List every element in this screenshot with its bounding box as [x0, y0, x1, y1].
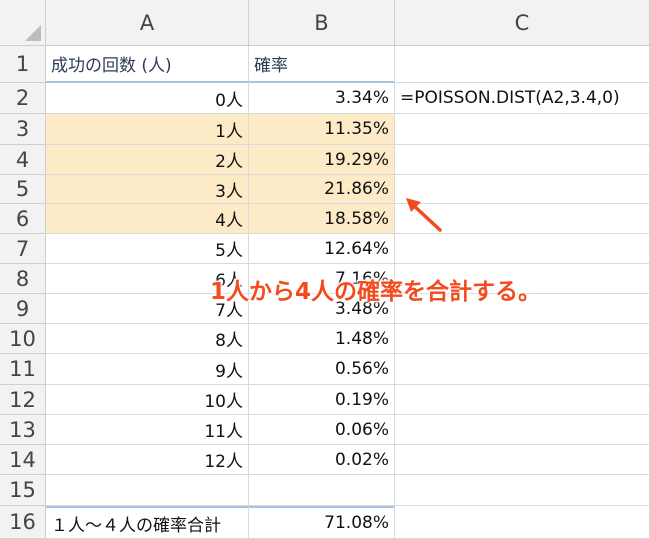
cell-b11[interactable]: 0.56%	[249, 354, 395, 385]
column-header-b[interactable]: B	[249, 0, 395, 46]
cell-a7[interactable]: 5人	[46, 234, 249, 264]
select-all-triangle-icon	[25, 25, 41, 41]
row-header-5[interactable]: 5	[0, 175, 46, 204]
cell-c14[interactable]	[395, 445, 650, 475]
cell-b7[interactable]: 12.64%	[249, 234, 395, 264]
cell-b16[interactable]: 71.08%	[249, 506, 395, 539]
row-header-15[interactable]: 15	[0, 475, 46, 506]
cell-b14[interactable]: 0.02%	[249, 445, 395, 475]
cell-b4[interactable]: 19.29%	[249, 145, 395, 175]
cell-c15[interactable]	[395, 475, 650, 506]
row-header-13[interactable]: 13	[0, 415, 46, 445]
row-header-12[interactable]: 12	[0, 385, 46, 415]
row-header-1[interactable]: 1	[0, 46, 46, 83]
cell-b1[interactable]: 確率	[249, 46, 395, 83]
annotation-text: 1人から4人の確率を合計する。	[210, 279, 542, 305]
cell-a14[interactable]: 12人	[46, 445, 249, 475]
row-header-10[interactable]: 10	[0, 324, 46, 354]
cell-a15[interactable]	[46, 475, 249, 506]
cell-c13[interactable]	[395, 415, 650, 445]
cell-a5[interactable]: 3人	[46, 175, 249, 204]
cell-c10[interactable]	[395, 324, 650, 354]
row-header-2[interactable]: 2	[0, 83, 46, 114]
cell-a1[interactable]: 成功の回数 (人)	[46, 46, 249, 83]
cell-a4[interactable]: 2人	[46, 145, 249, 175]
cell-c12[interactable]	[395, 385, 650, 415]
cell-a16[interactable]: １人〜４人の確率合計	[46, 506, 249, 539]
cell-b2[interactable]: 3.34%	[249, 83, 395, 114]
row-header-8[interactable]: 8	[0, 264, 46, 294]
cell-b6[interactable]: 18.58%	[249, 204, 395, 234]
cell-c4[interactable]	[395, 145, 650, 175]
cell-c16[interactable]	[395, 506, 650, 539]
row-header-16[interactable]: 16	[0, 506, 46, 539]
row-header-4[interactable]: 4	[0, 145, 46, 175]
cell-b13[interactable]: 0.06%	[249, 415, 395, 445]
row-header-6[interactable]: 6	[0, 204, 46, 234]
column-header-c[interactable]: C	[395, 0, 650, 46]
select-all-corner[interactable]	[0, 0, 46, 46]
cell-c2[interactable]: =POISSON.DIST(A2,3.4,0)	[395, 83, 650, 114]
cell-b15[interactable]	[249, 475, 395, 506]
spreadsheet-grid: A B C 1 2 3 4 5 6 7 8 9 10 11 12 13 14 15 16 成功の回数 (人) 確…	[0, 0, 650, 539]
cell-b3[interactable]: 11.35%	[249, 114, 395, 145]
row-header-9[interactable]: 9	[0, 294, 46, 324]
cell-c7[interactable]	[395, 234, 650, 264]
row-header-7[interactable]: 7	[0, 234, 46, 264]
row-header-3[interactable]: 3	[0, 114, 46, 145]
row-header-14[interactable]: 14	[0, 445, 46, 475]
row-header-11[interactable]: 11	[0, 354, 46, 385]
cell-a13[interactable]: 11人	[46, 415, 249, 445]
cell-b12[interactable]: 0.19%	[249, 385, 395, 415]
cell-c3[interactable]	[395, 114, 650, 145]
cell-a6[interactable]: 4人	[46, 204, 249, 234]
cell-c1[interactable]	[395, 46, 650, 83]
cell-c11[interactable]	[395, 354, 650, 385]
cell-b5[interactable]: 21.86%	[249, 175, 395, 204]
cell-b10[interactable]: 1.48%	[249, 324, 395, 354]
cell-a10[interactable]: 8人	[46, 324, 249, 354]
cell-a12[interactable]: 10人	[46, 385, 249, 415]
cell-a2[interactable]: 0人	[46, 83, 249, 114]
cell-a3[interactable]: 1人	[46, 114, 249, 145]
column-header-a[interactable]: A	[46, 0, 249, 46]
arrow-icon	[406, 198, 442, 232]
cell-a11[interactable]: 9人	[46, 354, 249, 385]
